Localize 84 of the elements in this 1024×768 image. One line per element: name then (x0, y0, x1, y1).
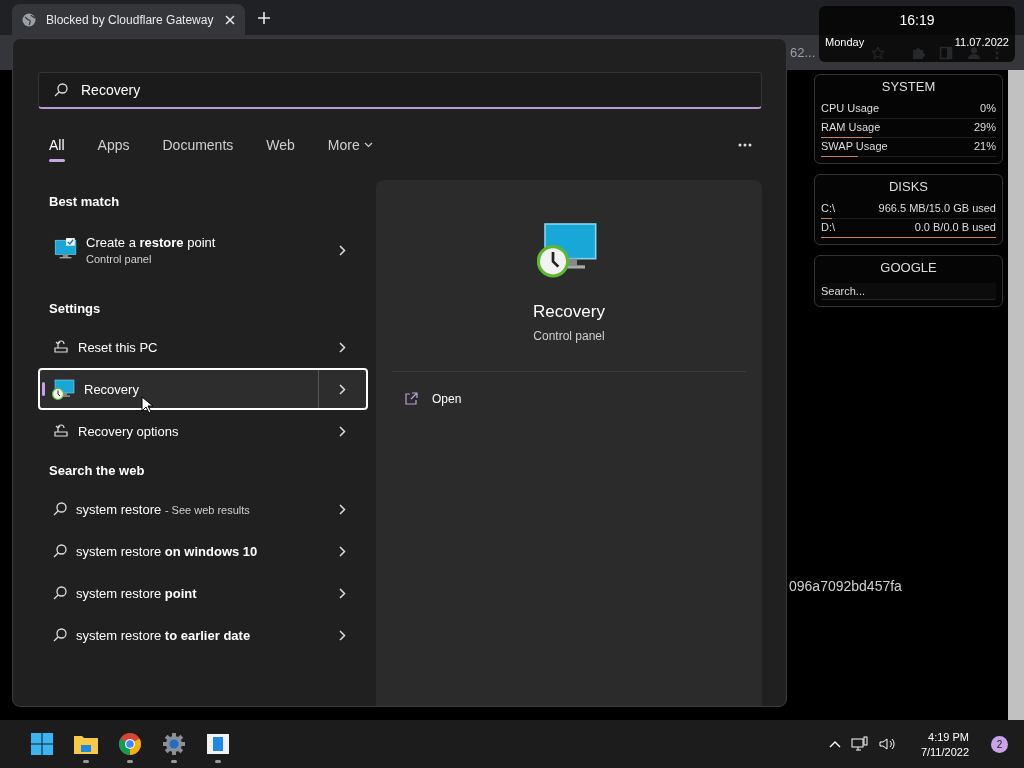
scrollbar[interactable] (1008, 70, 1024, 720)
volume-icon[interactable] (878, 736, 897, 752)
chevron-right-icon (339, 587, 346, 599)
chevron-right-icon (339, 545, 346, 557)
chevron-right-icon (339, 383, 346, 395)
preview-title: Recovery (533, 302, 605, 322)
filter-tab[interactable]: Documents (151, 130, 234, 160)
notification-badge[interactable]: 2 (991, 735, 1008, 753)
result-item[interactable]: Reset this PC (38, 326, 368, 368)
result-item[interactable]: Recovery (38, 368, 368, 410)
widget-value: 0.0 B/0.0 B used (914, 221, 996, 233)
preview-subtitle: Control panel (533, 329, 605, 343)
window-icon[interactable] (206, 733, 230, 755)
widget-label: D:\ (821, 221, 836, 233)
new-tab-icon[interactable] (257, 11, 271, 25)
browser-tab[interactable]: Blocked by Cloudflare Gateway (12, 4, 245, 35)
more-options-icon[interactable] (738, 143, 752, 147)
widget-title: GOOGLE (879, 260, 938, 275)
network-icon[interactable] (850, 736, 869, 752)
search-input[interactable]: Recovery (79, 81, 747, 99)
address-text[interactable]: 62... (790, 45, 816, 60)
open-link[interactable]: Open (432, 392, 462, 406)
widget-title: SYSTEM (880, 79, 937, 94)
widget-value: 29% (973, 121, 996, 133)
chrome-icon[interactable] (118, 732, 142, 756)
clock-date: 11.07.2022 (954, 36, 1009, 48)
result-item[interactable]: Recovery options (38, 410, 368, 452)
result-subtitle: Control panel (86, 253, 153, 265)
search-icon (52, 627, 68, 643)
chevron-right-icon (339, 503, 346, 515)
result-item[interactable]: Create a restore point Control panel (38, 222, 368, 278)
taskbar-date: 7/11/2022 (920, 745, 969, 758)
chevron-right-icon (339, 341, 346, 353)
search-icon (52, 585, 68, 601)
chevron-right-icon (339, 425, 346, 437)
section-heading: Best match (49, 193, 120, 209)
result-item[interactable]: system restore on windows 10 (38, 530, 368, 572)
result-title: Create a restore point (86, 235, 217, 250)
widget-value: 21% (973, 140, 996, 152)
gear-icon[interactable] (162, 732, 186, 756)
mouse-cursor-icon (141, 396, 153, 414)
page-text: 096a7092bd457fa (789, 578, 902, 594)
result-title: Recovery options (78, 423, 180, 439)
windows-logo-icon[interactable] (30, 732, 54, 756)
taskbar-time: 4:19 PM (928, 730, 969, 743)
section-heading: Settings (49, 300, 101, 316)
result-title: system restore on windows 10 (76, 543, 259, 559)
monitor-clock-icon (52, 377, 76, 401)
search-icon (52, 501, 68, 517)
reset-icon (52, 338, 70, 356)
widget-value: 966.5 MB/15.0 GB used (878, 202, 996, 214)
chevron-right-icon (339, 629, 346, 641)
clock-day: Monday (825, 36, 865, 48)
result-title: system restore to earlier date (76, 627, 252, 643)
result-title: Recovery (84, 381, 140, 397)
widget-label: SWAP Usage (821, 140, 888, 152)
result-title: system restore point (76, 585, 198, 601)
close-icon[interactable] (225, 14, 235, 25)
widget-label: CPU Usage (821, 102, 880, 114)
search-icon (52, 543, 68, 559)
search-field[interactable]: Recovery (38, 72, 762, 109)
open-external-icon (404, 392, 418, 406)
chevron-up-icon[interactable] (828, 740, 841, 748)
filter-tab[interactable]: Apps (86, 130, 130, 160)
section-heading: Search the web (49, 462, 145, 478)
clock-time: 16:19 (898, 12, 936, 28)
reset-icon (52, 422, 70, 440)
result-item[interactable]: system restore - See web results (38, 488, 368, 530)
filter-tab[interactable]: More (316, 130, 373, 160)
widget-label: C:\ (821, 202, 836, 214)
chevron-right-icon (339, 244, 346, 256)
filter-tab[interactable]: All (38, 130, 65, 160)
widget-value: 0% (980, 102, 996, 114)
tab-title: Blocked by Cloudflare Gateway (46, 12, 215, 27)
globe-icon (22, 12, 36, 27)
search-field[interactable]: Search... (821, 283, 996, 300)
filter-tab[interactable]: Web (255, 130, 295, 160)
widget-label: RAM Usage (821, 121, 881, 133)
result-title: Reset this PC (78, 339, 159, 355)
result-title: system restore - See web results (76, 501, 251, 517)
widget-title: DISKS (888, 179, 929, 194)
result-item[interactable]: system restore to earlier date (38, 614, 368, 656)
search-icon (53, 82, 69, 98)
result-item[interactable]: system restore point (38, 572, 368, 614)
